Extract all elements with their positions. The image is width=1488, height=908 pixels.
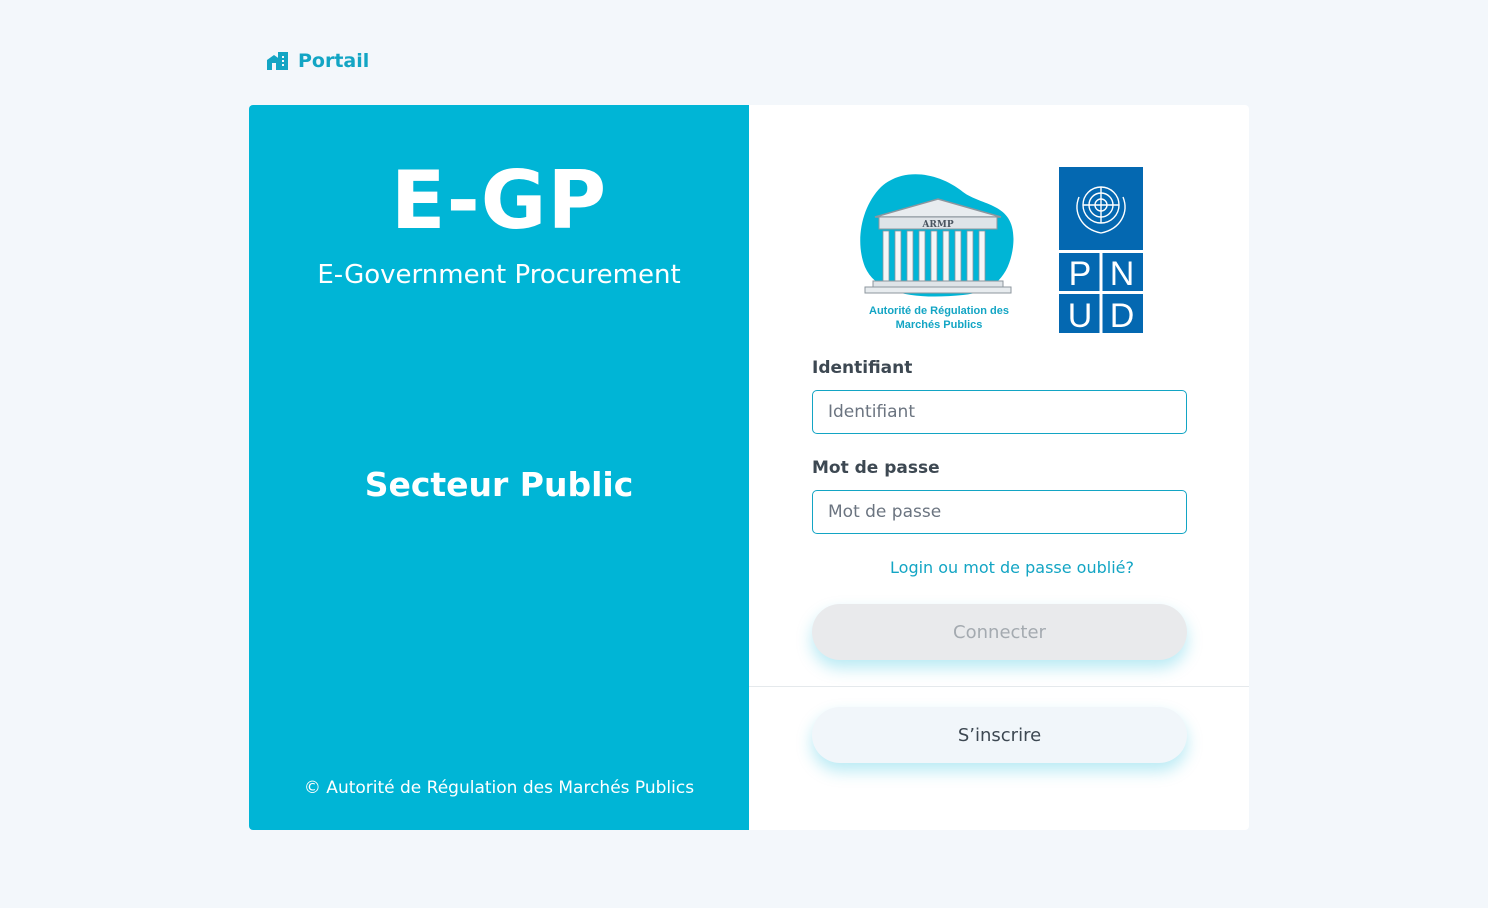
divider [749, 686, 1249, 687]
partner-logos: ARMP Autorité de Régulation des Marchés … [853, 167, 1143, 333]
password-field-group: Mot de passe [812, 458, 1187, 534]
svg-text:D: D [1110, 297, 1135, 333]
brand-subtitle: E-Government Procurement [317, 260, 681, 290]
register-button[interactable]: S’inscrire [812, 707, 1187, 763]
brand-title: E-GP [390, 154, 608, 247]
portal-label: Portail [298, 50, 370, 72]
portal-link[interactable]: Portail [266, 50, 369, 72]
armp-logo: ARMP Autorité de Régulation des Marchés … [860, 174, 1014, 331]
svg-text:N: N [1110, 255, 1135, 293]
password-input[interactable] [812, 490, 1187, 534]
forgot-password-link[interactable]: Login ou mot de passe oublié? [812, 558, 1212, 577]
username-input[interactable] [812, 390, 1187, 434]
username-label: Identifiant [812, 358, 913, 378]
login-card: E-GP E-Government Procurement Secteur Pu… [249, 105, 1249, 830]
brand-panel: E-GP E-Government Procurement Secteur Pu… [249, 105, 749, 830]
building-icon [266, 52, 288, 70]
sector-label: Secteur Public [364, 465, 634, 504]
copyright-text: © Autorité de Régulation des Marchés Pub… [303, 778, 695, 798]
svg-text:ARMP: ARMP [921, 220, 953, 230]
password-label: Mot de passe [812, 458, 940, 478]
pnud-logo: P N U D [1059, 167, 1143, 333]
connect-button[interactable]: Connecter [812, 604, 1187, 660]
svg-text:Autorité de Régulation des: Autorité de Régulation des [869, 305, 1009, 317]
username-field-group: Identifiant [812, 358, 1187, 434]
svg-text:U: U [1068, 297, 1093, 333]
login-form: Identifiant Mot de passe Login ou mot de… [812, 358, 1187, 577]
login-panel: ARMP Autorité de Régulation des Marchés … [749, 105, 1249, 830]
svg-text:Marchés Publics: Marchés Publics [896, 319, 983, 331]
svg-text:P: P [1069, 255, 1092, 293]
